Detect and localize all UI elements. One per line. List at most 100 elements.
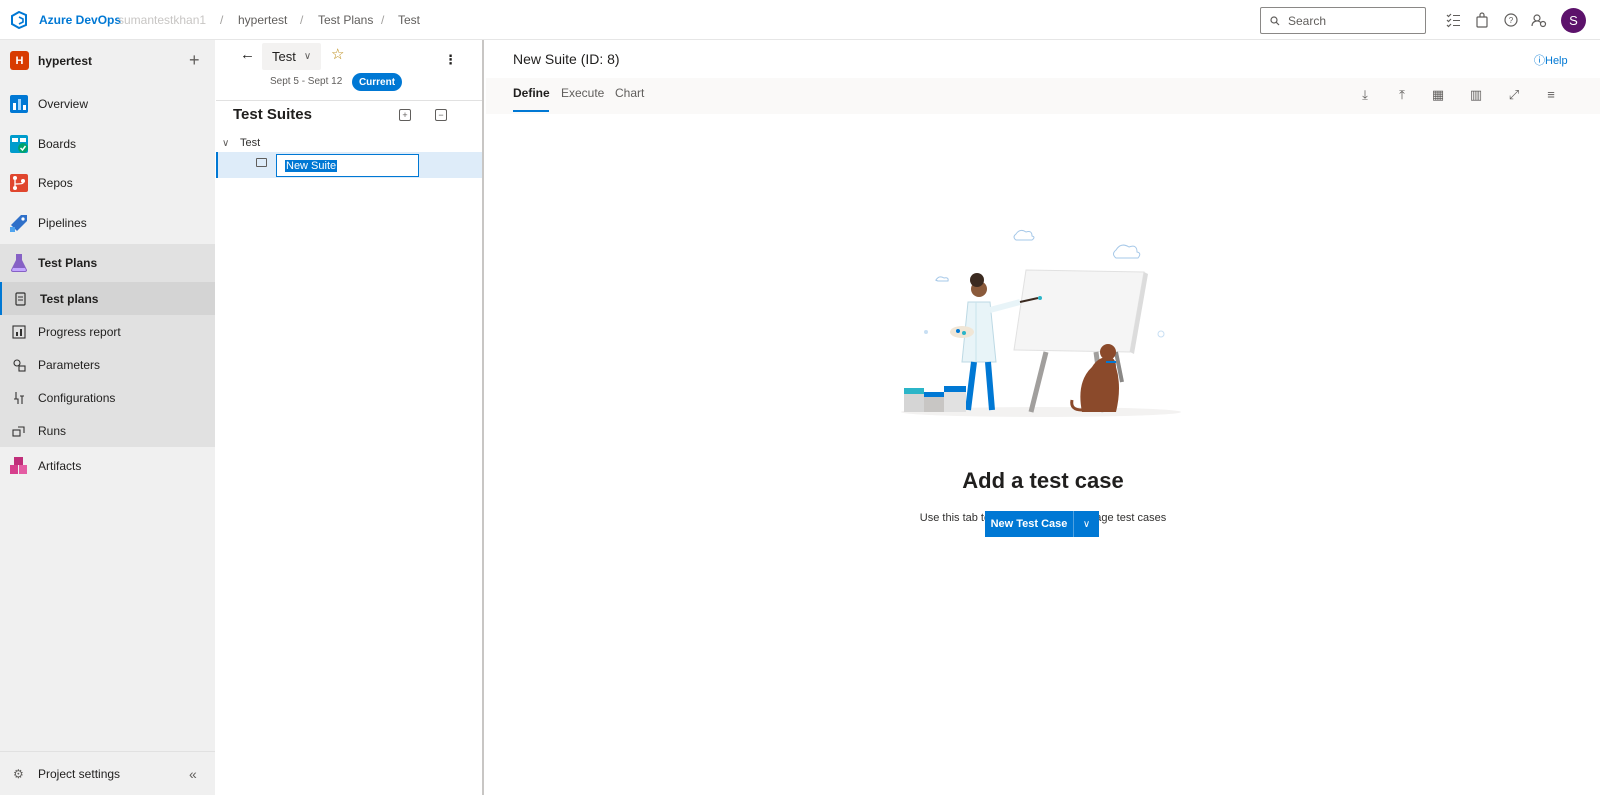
nav-item-label: Boards [38,137,77,151]
nav-item-label: Test Plans [38,256,98,270]
nav-item-overview[interactable]: Overview [0,85,215,123]
nav-item-label: Repos [38,176,73,190]
configurations-icon [14,391,24,404]
panel-title: Test Suites [233,106,312,123]
plan-selector[interactable]: Test ∨ [262,43,321,70]
help-icon[interactable]: ? [1503,12,1519,28]
search-placeholder: Search [1288,13,1327,28]
tree-node-root[interactable]: ∨ Test [216,132,482,154]
project-name: hypertest [38,54,93,68]
gear-icon: ⚙ [13,766,24,781]
favorite-star-icon[interactable]: ☆ [331,45,344,63]
nav-item-pipelines[interactable]: Pipelines [0,204,215,242]
suite-name-input[interactable]: New Suite [276,154,419,177]
project-settings[interactable]: ⚙ Project settings « [0,751,215,795]
breadcrumb-separator: / [381,13,385,27]
overview-icon [10,95,28,113]
nav-item-label: Pipelines [38,216,87,230]
chevron-down-icon: ∨ [303,51,312,62]
avatar[interactable]: S [1561,8,1586,33]
collapse-all-icon[interactable]: − [435,109,447,121]
page-title: New Suite (ID: 8) [513,51,620,67]
boards-icon [10,135,28,153]
download-icon[interactable]: ⤓ [1356,86,1374,104]
divider [216,100,482,101]
runs-icon [12,425,25,437]
search-input[interactable]: Search [1260,7,1426,34]
help-link[interactable]: ⓘHelp [1534,52,1568,68]
tab-indicator [513,110,549,112]
main-content: New Suite (ID: 8) ⓘHelp Define Execute C… [486,40,1600,795]
nav-item-label: Overview [38,97,89,111]
sub-item-runs[interactable]: Runs [0,414,215,447]
sub-item-progress-report[interactable]: Progress report [0,315,215,348]
breadcrumb-org[interactable]: sumantestkhan1 [118,13,206,27]
tree-node-label: Test [240,137,261,149]
expand-all-icon[interactable]: + [399,109,411,121]
painter-illustration [901,229,1181,417]
nav-item-artifacts[interactable]: Artifacts [0,447,215,485]
breadcrumb-project[interactable]: hypertest [238,13,287,27]
chevron-down-icon[interactable]: ∨ [1073,511,1099,537]
sub-item-label: Configurations [38,390,116,405]
back-arrow-icon[interactable]: ← [240,46,255,63]
repos-icon [10,174,28,192]
collapse-nav-icon[interactable]: « [189,766,197,782]
test-plans-icon [11,254,27,272]
nav-item-repos[interactable]: Repos [0,164,215,202]
chevron-down-icon[interactable]: ∨ [222,138,229,149]
breadcrumb-separator: / [300,13,304,27]
sub-item-label: Parameters [38,357,101,372]
fullscreen-icon[interactable]: ⤢ [1505,86,1523,104]
breadcrumb-test[interactable]: Test [398,13,420,27]
tab-execute[interactable]: Execute [561,86,604,100]
parameters-icon [13,358,26,372]
help-label: Help [1545,55,1568,67]
project-badge: H [10,51,29,70]
empty-state-title: Add a test case [962,468,1124,493]
sub-item-test-plans[interactable]: Test plans [0,282,215,315]
breadcrumb-test-plans[interactable]: Test Plans [318,13,373,27]
marketplace-bag-icon[interactable] [1474,12,1490,28]
progress-report-icon [12,324,26,339]
nav-item-label: Artifacts [38,459,82,473]
tab-bar: Define Execute Chart ⤓ ⤒ ▦ ▥ ⤢ ≡ [486,78,1600,114]
project-header[interactable]: H hypertest + [0,40,215,82]
new-test-case-split-button: New Test Case ∨ [985,511,1099,537]
plan-dates: Sept 5 - Sept 12 [270,76,343,87]
sub-item-label: Test plans [40,291,99,306]
left-nav: H hypertest + Overview Boards Repos Pipe… [0,40,215,795]
status-badge: Current [352,73,402,91]
artifacts-icon [10,457,27,474]
folder-icon [256,158,267,167]
plan-name: Test [272,49,296,64]
user-settings-icon[interactable] [1531,12,1547,28]
azure-devops-logo-icon[interactable] [10,11,28,29]
tab-chart[interactable]: Chart [615,86,644,100]
sub-item-label: Runs [38,423,67,438]
svg-text:?: ? [1509,16,1514,25]
new-test-case-button[interactable]: New Test Case [985,511,1073,537]
sub-item-label: Progress report [38,324,121,339]
filter-icon[interactable]: ≡ [1542,86,1560,104]
more-options-icon[interactable]: ⋮ [444,52,457,68]
search-icon [1270,15,1280,25]
test-plans-doc-icon [15,291,26,306]
tree-node-new-suite[interactable]: New Suite [216,152,482,178]
pipelines-icon [10,215,27,232]
nav-item-boards[interactable]: Boards [0,125,215,163]
upload-icon[interactable]: ⤒ [1393,86,1411,104]
brand-link[interactable]: Azure DevOps [39,13,121,27]
tab-define[interactable]: Define [513,86,550,100]
grid-view-icon[interactable]: ▦ [1429,86,1447,104]
sub-item-parameters[interactable]: Parameters [0,348,215,381]
work-items-icon[interactable] [1445,12,1461,28]
sub-item-configurations[interactable]: Configurations [0,381,215,414]
add-icon[interactable]: + [189,50,200,71]
breadcrumb-separator: / [220,13,224,27]
test-suites-panel: ← Test ∨ ☆ ⋮ Sept 5 - Sept 12 Current Te… [216,40,484,795]
project-settings-label: Project settings [38,766,121,781]
suite-name-value: New Suite [285,159,338,172]
column-options-icon[interactable]: ▥ [1467,86,1485,104]
nav-item-test-plans[interactable]: Test Plans [0,244,215,282]
